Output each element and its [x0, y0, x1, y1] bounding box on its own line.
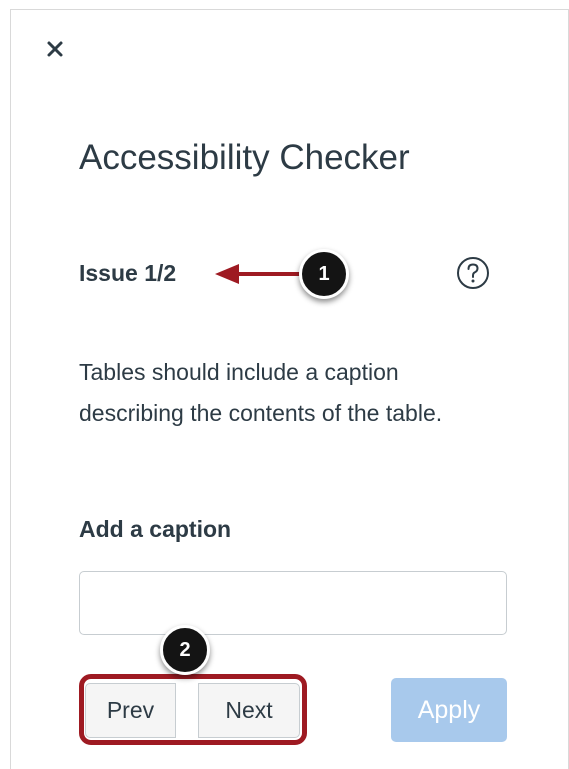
caption-field-label: Add a caption [79, 516, 232, 542]
close-button[interactable] [44, 38, 66, 60]
caption-input[interactable] [79, 571, 507, 635]
callout-marker-1: 1 [299, 249, 349, 299]
issue-counter: Issue 1/2 [79, 260, 177, 286]
issue-description: Tables should include a caption describi… [79, 359, 443, 426]
close-icon [47, 41, 63, 57]
callout-marker-2: 2 [160, 625, 210, 675]
prev-button[interactable]: Prev [85, 683, 176, 738]
panel-title: Accessibility Checker [79, 138, 410, 177]
help-button[interactable] [456, 256, 490, 290]
apply-button[interactable]: Apply [391, 678, 507, 742]
question-circle-icon [457, 257, 489, 289]
next-button[interactable]: Next [198, 683, 300, 738]
